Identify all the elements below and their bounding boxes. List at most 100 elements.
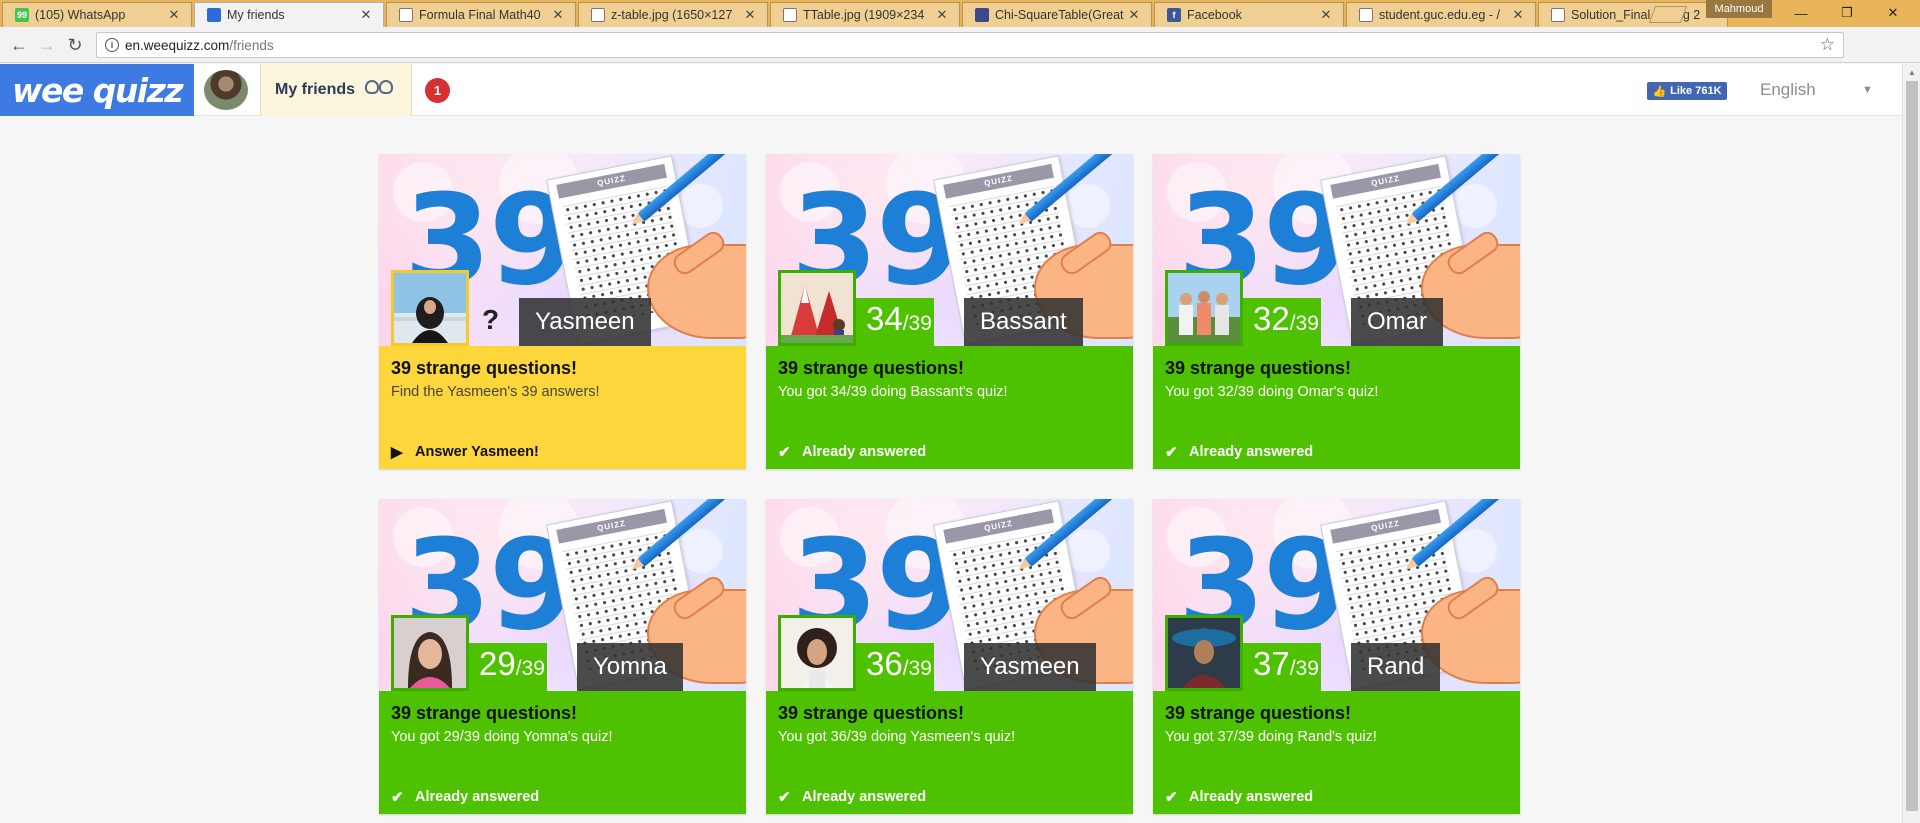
quiz-banner[interactable]: 39 QUIZZ 37/39 Rand <box>1153 499 1520 691</box>
close-window-icon[interactable]: ✕ <box>1870 2 1916 24</box>
browser-tab[interactable]: f Facebook ✕ <box>1154 2 1344 27</box>
my-friends-tab[interactable]: My friends <box>260 64 412 116</box>
score-total: /39 <box>1289 312 1319 335</box>
tab-close-icon[interactable]: ✕ <box>359 7 373 23</box>
browser-tab[interactable]: My friends ✕ <box>194 2 384 27</box>
tab-close-icon[interactable]: ✕ <box>551 7 565 23</box>
quiz-card[interactable]: 39 QUIZZ 36/39 Yasmeen 39 strange questions!… <box>766 499 1133 814</box>
quiz-banner[interactable]: 39 QUIZZ 36/39 Yasmeen <box>766 499 1133 691</box>
page-viewport: wee quizz My friends 1 👍 Like 761K Englis… <box>0 64 1902 823</box>
friend-avatar <box>391 270 469 346</box>
browser-tab[interactable]: 99 (105) WhatsApp ✕ <box>2 2 192 27</box>
friend-name: Yomna <box>577 643 683 691</box>
friend-avatar <box>778 270 856 346</box>
reload-icon[interactable]: ↻ <box>64 34 86 56</box>
scroll-up-icon[interactable]: ▲ <box>1908 68 1916 77</box>
check-icon: ✔ <box>391 789 404 806</box>
quiz-title: 39 strange questions! <box>391 358 578 378</box>
facebook-icon: f <box>1167 8 1181 22</box>
page-scrollbar[interactable]: ▲ <box>1902 64 1920 823</box>
document-icon <box>783 8 797 22</box>
language-selector[interactable]: English <box>1760 80 1816 100</box>
tab-close-icon[interactable]: ✕ <box>1319 7 1333 23</box>
quiz-action-label: Already answered <box>415 789 540 805</box>
browser-tab[interactable]: z-table.jpg (1650×127 ✕ <box>578 2 768 27</box>
tab-close-icon[interactable]: ✕ <box>1127 7 1141 23</box>
quiz-card[interactable]: 39 QUIZZ 34/39 Bassant 39 strange questions!… <box>766 154 1133 469</box>
user-avatar[interactable] <box>204 70 248 110</box>
minimize-icon[interactable]: — <box>1778 2 1824 24</box>
quiz-action-label: Already answered <box>802 444 927 460</box>
back-icon[interactable]: ← <box>8 34 30 56</box>
address-bar[interactable]: i en.weequizz.com/friends ☆ <box>96 32 1844 58</box>
quiz-card-body: 39 strange questions! You got 29/39 doing… <box>379 691 746 814</box>
quiz-subtitle: You got 32/39 doing Omar's quiz! <box>1165 384 1379 400</box>
facebook-like-button[interactable]: 👍 Like 761K <box>1647 82 1727 100</box>
browser-tab[interactable]: TTable.jpg (1909×234 ✕ <box>770 2 960 27</box>
score-label: 32/39 <box>1253 300 1319 338</box>
quiz-banner[interactable]: 39 QUIZZ? Yasmeen <box>379 154 746 346</box>
score-value: 29 <box>479 645 516 682</box>
friend-avatar <box>778 615 856 691</box>
notification-badge[interactable]: 1 <box>425 78 450 103</box>
check-icon: ✔ <box>778 444 791 461</box>
browser-tab[interactable]: Chi-SquareTable(Great ✕ <box>962 2 1152 27</box>
document-icon <box>591 8 605 22</box>
bookmark-star-icon[interactable]: ☆ <box>1820 35 1835 55</box>
quiz-card[interactable]: 39 QUIZZ? Yasmeen 39 strange questions! Find… <box>379 154 746 469</box>
profile-button[interactable]: Mahmoud <box>1706 0 1772 18</box>
tab-close-icon[interactable]: ✕ <box>935 7 949 23</box>
document-icon <box>1551 8 1565 22</box>
whatsapp-icon: 99 <box>15 8 29 22</box>
site-info-icon[interactable]: i <box>105 38 119 52</box>
forward-icon[interactable]: → <box>36 34 58 56</box>
thumbs-up-icon: 👍 <box>1652 85 1667 98</box>
quiz-card-body: 39 strange questions! You got 34/39 doing… <box>766 346 1133 469</box>
score-value: 37 <box>1253 645 1290 682</box>
scrollbar-thumb[interactable] <box>1906 81 1918 811</box>
tab-close-icon[interactable]: ✕ <box>167 7 181 23</box>
friend-name: Yasmeen <box>964 643 1096 691</box>
chevron-down-icon[interactable]: ▼ <box>1862 84 1873 96</box>
quiz-banner[interactable]: 39 QUIZZ 32/39 Omar <box>1153 154 1520 346</box>
weequizz-logo[interactable]: wee quizz <box>0 64 194 116</box>
quiz-subtitle: You got 36/39 doing Yasmeen's quiz! <box>778 729 1016 745</box>
already-answered-status: ✔ Already answered <box>778 443 926 461</box>
browser-tab-strip: 99 (105) WhatsApp ✕ My friends ✕ Formula Fina… <box>0 0 1920 27</box>
quiz-card[interactable]: 39 QUIZZ 29/39 Yomna 39 strange questions! Yo… <box>379 499 746 814</box>
tab-close-icon[interactable]: ✕ <box>743 7 757 23</box>
document-icon <box>399 8 413 22</box>
score-label: 29/39 <box>479 645 545 683</box>
already-answered-status: ✔ Already answered <box>1165 443 1313 461</box>
score-value: 32 <box>1253 300 1290 337</box>
quiz-card-body: 39 strange questions! You got 32/39 doing… <box>1153 346 1520 469</box>
score-total: /39 <box>1289 657 1319 680</box>
already-answered-status: ✔ Already answered <box>1165 788 1313 806</box>
unknown-score-icon: ? <box>482 304 500 335</box>
browser-tab[interactable]: Solution_Final Spring 2✕ <box>1538 2 1728 27</box>
quiz-action-label: Already answered <box>802 789 927 805</box>
friend-avatar <box>391 615 469 691</box>
quiz-action-label: Answer Yasmeen! <box>415 444 539 460</box>
tab-title: (105) WhatsApp <box>35 8 126 22</box>
quiz-banner[interactable]: 39 QUIZZ 29/39 Yomna <box>379 499 746 691</box>
friend-avatar <box>1165 615 1243 691</box>
new-tab-button[interactable] <box>1648 6 1688 23</box>
check-icon: ✔ <box>1165 444 1178 461</box>
browser-tab[interactable]: student.guc.edu.eg - / ✕ <box>1346 2 1536 27</box>
quiz-banner[interactable]: 39 QUIZZ 34/39 Bassant <box>766 154 1133 346</box>
address-url: en.weequizz.com/friends <box>125 37 274 53</box>
answer-quiz-button[interactable]: ▶ Answer Yasmeen! <box>391 443 539 461</box>
quiz-card-body: 39 strange questions! Find the Yasmeen's … <box>379 346 746 469</box>
restore-icon[interactable]: ❐ <box>1824 2 1870 24</box>
tab-title: z-table.jpg (1650×127 <box>611 8 733 22</box>
browser-toolbar: ← → ↻ i en.weequizz.com/friends ☆ ⚠ ⋮ <box>0 27 1920 82</box>
check-icon: ✔ <box>1165 789 1178 806</box>
document-icon <box>1359 8 1373 22</box>
quiz-card[interactable]: 39 QUIZZ 32/39 Omar 39 strange questions! You… <box>1153 154 1520 469</box>
quiz-card[interactable]: 39 QUIZZ 37/39 Rand 39 strange questions! You… <box>1153 499 1520 814</box>
quiz-title: 39 strange questions! <box>1165 358 1352 378</box>
score-value: 34 <box>866 300 903 337</box>
tab-close-icon[interactable]: ✕ <box>1511 7 1525 23</box>
browser-tab[interactable]: Formula Final Math40 ✕ <box>386 2 576 27</box>
